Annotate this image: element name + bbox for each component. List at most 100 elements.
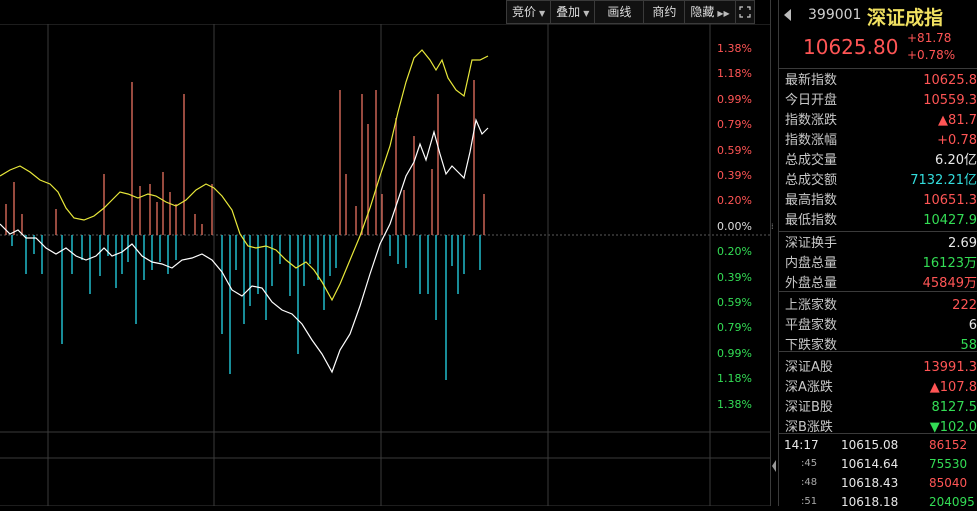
- stat-row: 深证B股 8127.5: [785, 398, 977, 418]
- stat-row: 最低指数 10427.9: [785, 211, 977, 231]
- collapse-arrow-icon: [771, 458, 777, 474]
- stat-label: 内盘总量: [785, 254, 837, 274]
- stat-label: 深证换手: [785, 234, 837, 254]
- intraday-chart[interactable]: [0, 24, 770, 506]
- stat-value: 222: [952, 296, 977, 316]
- bid-label: 竞价: [512, 5, 536, 19]
- splitter-grip-icon[interactable]: ⁞: [771, 222, 777, 238]
- stat-row: 深B涨跌 ▼102.0: [785, 418, 977, 438]
- previous-arrow-icon[interactable]: [784, 9, 792, 21]
- tick-volume: 204095: [929, 493, 975, 511]
- tick-row: :45 10614.64 75530: [779, 455, 977, 473]
- stat-row: 总成交量 6.20亿: [785, 151, 977, 171]
- chart-toolbar: 竞价▼ 叠加▼ 画线 商约 隐藏▶▶: [506, 0, 755, 23]
- tick-row: :48 10618.43 85040: [779, 474, 977, 492]
- vote-button[interactable]: 商约: [643, 0, 685, 24]
- stat-row: 最新指数 10625.8: [785, 71, 977, 91]
- stat-value: 7132.21亿: [910, 171, 977, 191]
- price-change: +81.78: [907, 31, 951, 45]
- stat-label: 下跌家数: [785, 336, 837, 356]
- tick-price: 10614.64: [841, 455, 898, 473]
- stat-value: +0.78: [937, 131, 977, 151]
- security-code: 399001: [808, 7, 861, 23]
- stat-value: ▲81.7: [938, 111, 977, 131]
- tick-price: 10618.18: [841, 493, 898, 511]
- stat-value: 8127.5: [932, 398, 977, 418]
- stat-label: 最新指数: [785, 71, 837, 91]
- hide-button[interactable]: 隐藏▶▶: [684, 0, 735, 24]
- volume-bars: [6, 80, 484, 380]
- divider: [779, 291, 977, 292]
- tick-time: :51: [801, 493, 817, 511]
- security-name: 深证成指: [867, 3, 943, 30]
- tick-time: 14:17: [784, 436, 819, 454]
- stat-label: 指数涨幅: [785, 131, 837, 151]
- divider: [779, 231, 977, 232]
- stat-label: 上涨家数: [785, 296, 837, 316]
- tick-volume: 86152: [929, 436, 967, 454]
- stat-label: 总成交量: [785, 151, 837, 171]
- divider: [779, 351, 977, 352]
- stat-value: 10651.3: [923, 191, 977, 211]
- tick-volume: 75530: [929, 455, 967, 473]
- divider: [779, 68, 977, 69]
- stat-value: 2.69: [948, 234, 977, 254]
- stat-row: 最高指数 10651.3: [785, 191, 977, 211]
- stat-row: 今日开盘 10559.3: [785, 91, 977, 111]
- double-chevron-right-icon: ▶▶: [717, 9, 729, 18]
- stat-label: 深B涨跌: [785, 418, 833, 438]
- overlay-label: 叠加: [556, 5, 580, 19]
- fullscreen-icon: [739, 6, 751, 18]
- stat-row: 深A涨跌 ▲107.8: [785, 378, 977, 398]
- tick-row: :51 10618.18 204095: [779, 493, 977, 511]
- current-price: 10625.80: [803, 35, 898, 59]
- draw-label: 画线: [607, 5, 631, 19]
- chevron-down-icon: ▼: [583, 9, 589, 18]
- stat-label: 总成交额: [785, 171, 837, 191]
- stat-row: 深证A股 13991.3: [785, 358, 977, 378]
- quote-panel: 399001 深证成指 10625.80 +81.78 +0.78% 最新指数 1…: [779, 0, 977, 506]
- vote-label: 商约: [652, 5, 676, 19]
- stat-value: ▼102.0: [930, 418, 977, 438]
- stat-value: 10625.8: [923, 71, 977, 91]
- tick-time: :48: [801, 474, 817, 492]
- stat-row: 指数涨跌 ▲81.7: [785, 111, 977, 131]
- stat-value: ▲107.8: [930, 378, 977, 398]
- stat-row: 总成交额 7132.21亿: [785, 171, 977, 191]
- tick-price: 10618.43: [841, 474, 898, 492]
- fullscreen-button[interactable]: [735, 0, 755, 24]
- stat-value: 13991.3: [923, 358, 977, 378]
- stat-value: 10559.3: [923, 91, 977, 111]
- stat-label: 平盘家数: [785, 316, 837, 336]
- stat-label: 今日开盘: [785, 91, 837, 111]
- stat-value: 16123万: [923, 254, 977, 274]
- tick-time: :45: [801, 455, 817, 473]
- overlay-button[interactable]: 叠加▼: [550, 0, 595, 24]
- tick-row: 14:17 10615.08 86152: [779, 436, 977, 454]
- stat-row: 下跌家数 58: [785, 336, 977, 356]
- price-change-pct: +0.78%: [907, 48, 955, 62]
- stat-label: 指数涨跌: [785, 111, 837, 131]
- stat-label: 深证A股: [785, 358, 833, 378]
- stat-label: 最高指数: [785, 191, 837, 211]
- stat-label: 深A涨跌: [785, 378, 833, 398]
- stat-value: 10427.9: [923, 211, 977, 231]
- panel-divider: [770, 0, 771, 506]
- chevron-down-icon: ▼: [539, 9, 545, 18]
- stat-label: 深证B股: [785, 398, 833, 418]
- hide-label: 隐藏: [690, 5, 714, 19]
- stat-row: 深证换手 2.69: [785, 234, 977, 254]
- tick-price: 10615.08: [841, 436, 898, 454]
- collapse-handle[interactable]: [771, 458, 777, 474]
- bid-button[interactable]: 竞价▼: [506, 0, 551, 24]
- stat-row: 上涨家数 222: [785, 296, 977, 316]
- stat-row: 指数涨幅 +0.78: [785, 131, 977, 151]
- draw-line-button[interactable]: 画线: [594, 0, 644, 24]
- stat-value: 6.20亿: [935, 151, 977, 171]
- stat-value: 6: [969, 316, 977, 336]
- stat-value: 58: [960, 336, 977, 356]
- stat-row: 平盘家数 6: [785, 316, 977, 336]
- stat-label: 最低指数: [785, 211, 837, 231]
- divider: [779, 433, 977, 434]
- tick-volume: 85040: [929, 474, 967, 492]
